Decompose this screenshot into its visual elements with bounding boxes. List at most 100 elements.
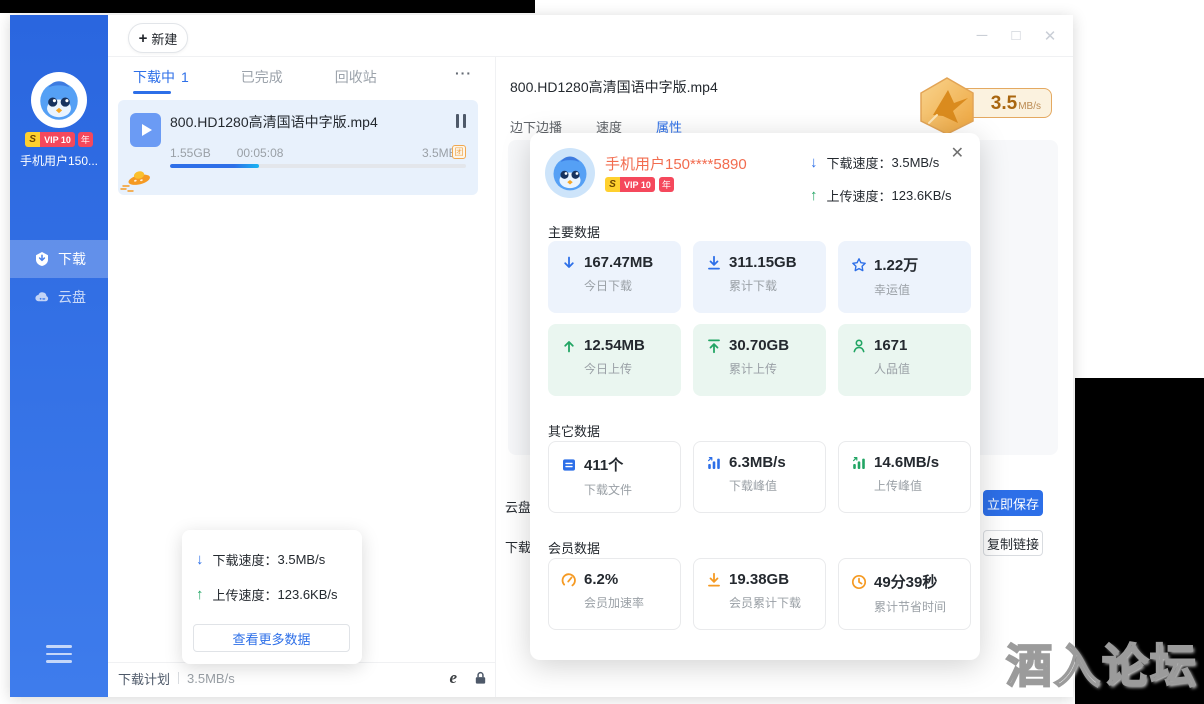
tab-downloading[interactable]: 下载中 1 [133, 67, 189, 94]
toolbar-divider [108, 56, 1073, 57]
hamburger-menu-icon[interactable] [46, 645, 72, 663]
bird-mascot-icon [40, 81, 78, 120]
panel-divider [495, 57, 496, 697]
svip-badge: S VIP 10 [25, 132, 75, 147]
main-stats-grid: 167.47MB 今日下载 311.15GB 累计下载 1.22万 幸运值 12… [548, 241, 972, 407]
stat-value: 49分39秒 [874, 574, 938, 591]
vip-badges[interactable]: S VIP 10 年 [10, 132, 108, 147]
speedup-rocket-icon[interactable] [120, 166, 156, 192]
maximize-button[interactable]: □ [1007, 27, 1025, 45]
download-speed-value: 3.5MB/s [277, 552, 326, 567]
upload-speed-label: 上传速度： [826, 189, 892, 204]
download-arrow-icon: ↓ [810, 154, 818, 171]
progress-fill [170, 164, 259, 168]
list-tabs: 下载中 1 已完成 回收站 [133, 67, 377, 94]
bird-mascot-icon [553, 156, 587, 191]
download-speed-value: 3.5MB/s [891, 155, 940, 170]
speed-summary-popup: ↓ 下载速度： 3.5MB/s ↑ 上传速度： 123.6KB/s 查看更多数据 [182, 530, 362, 664]
stat-value: 167.47MB [584, 254, 654, 271]
stat-value: 311.15GB [729, 254, 797, 271]
popup-close-icon[interactable]: ✕ [951, 143, 964, 163]
stat-label: 今日上传 [584, 362, 633, 376]
stat-label: 累计下载 [729, 279, 778, 293]
stat-label: 上传峰值 [874, 479, 923, 493]
avatar[interactable] [31, 72, 87, 128]
stat-value: 1.22万 [874, 257, 919, 274]
stat-card-today-download: 167.47MB 今日下载 [548, 241, 681, 313]
close-button[interactable]: ✕ [1041, 27, 1059, 45]
plus-icon: + [138, 29, 148, 47]
arrow-down-icon [564, 256, 574, 268]
person-icon [853, 338, 865, 352]
copy-link-button[interactable]: 复制链接 [983, 530, 1043, 556]
stat-card-files: 411个 下载文件 [548, 441, 681, 513]
stat-value: 1671 [874, 337, 908, 354]
stat-card-total-download: 311.15GB 累计下载 [693, 241, 826, 313]
upload-arrow-icon: ↑ [196, 586, 204, 603]
sidebar-menu: 下载 云盘 [10, 240, 108, 316]
stat-value: 12.54MB [584, 337, 645, 354]
play-thumbnail[interactable] [130, 113, 161, 147]
sidebar-item-download[interactable]: 下载 [10, 240, 108, 278]
download-file-name: 800.HD1280高清国语中字版.mp4 [170, 114, 378, 130]
app-window: S VIP 10 年 手机用户150... 下载 云盘 + 新建 ─ □ ✕ 下… [10, 15, 1073, 697]
screen: S VIP 10 年 手机用户150... 下载 云盘 + 新建 ─ □ ✕ 下… [0, 0, 1204, 704]
upload-arrow-icon: ↑ [810, 187, 818, 204]
play-icon [141, 124, 152, 136]
sidebar-username[interactable]: 手机用户150... [10, 152, 108, 169]
stat-value: 19.38GB [729, 571, 790, 588]
pause-button[interactable] [456, 114, 466, 128]
view-more-data-button[interactable]: 查看更多数据 [193, 624, 350, 652]
stat-label: 会员累计下载 [729, 596, 802, 610]
member-stats-grid: 6.2% 会员加速率 19.38GB 会员累计下载 49分39秒 累计节省时间 [548, 558, 972, 641]
download-speed-label: 下载速度： [212, 553, 278, 568]
stat-label: 今日下载 [584, 279, 633, 293]
tab-trash[interactable]: 回收站 [335, 67, 377, 87]
cloud-save-label: 云盘 [505, 500, 532, 515]
new-task-label: 新建 [151, 31, 178, 47]
minimize-button[interactable]: ─ [973, 27, 991, 45]
new-task-button[interactable]: + 新建 [128, 23, 188, 53]
save-now-button[interactable]: 立即保存 [983, 490, 1043, 516]
download-meta: 1.55GB 00:05:08 3.5MB/s [170, 146, 466, 160]
popup-username: 手机用户150****5890 [605, 156, 747, 173]
download-speed-label: 下载速度： [826, 156, 892, 171]
sidebar-item-label: 云盘 [58, 289, 86, 305]
popup-speeds: ↓ 下载速度： 3.5MB/s ↑ 上传速度： 123.6KB/s [810, 153, 952, 219]
stat-value: 30.70GB [729, 337, 790, 354]
group-badge: 团 [452, 145, 466, 159]
download-shield-icon [36, 252, 48, 266]
gauge-icon [561, 572, 576, 586]
vip-level-badge: VIP 10 [620, 177, 655, 192]
download-task-row[interactable]: 800.HD1280高清国语中字版.mp4 1.55GB 00:05:08 3.… [118, 100, 478, 195]
stat-label: 会员加速率 [584, 596, 645, 610]
stat-card-upload-peak: 14.6MB/s 上传峰值 [838, 441, 971, 513]
browser-ie-icon[interactable]: e [449, 668, 457, 688]
sidebar-item-cloud[interactable]: 云盘 [10, 278, 108, 316]
super-vip-icon: S [25, 132, 41, 147]
stat-label: 人品值 [874, 362, 911, 376]
stat-card-download-peak: 6.3MB/s 下载峰值 [693, 441, 826, 513]
stat-label: 累计上传 [729, 362, 778, 376]
tab-completed[interactable]: 已完成 [241, 67, 283, 87]
stat-label: 累计节省时间 [874, 600, 947, 614]
stat-label: 下载峰值 [729, 479, 778, 493]
statusbar-separator [178, 672, 180, 684]
stat-value: 14.6MB/s [874, 454, 940, 471]
section-title-main: 主要数据 [548, 225, 601, 240]
year-badge: 年 [658, 177, 674, 192]
lock-icon[interactable] [473, 670, 488, 686]
popup-avatar [545, 148, 595, 198]
sidebar: S VIP 10 年 手机用户150... 下载 云盘 [10, 15, 108, 697]
hummingbird-hex-icon[interactable] [915, 75, 979, 137]
upload-speed-value: 123.6KB/s [277, 587, 338, 602]
speed-badge-unit: MB/s [1018, 101, 1041, 112]
file-list-icon [563, 458, 575, 471]
more-options-icon[interactable]: ··· [455, 65, 472, 81]
svip-badge: S VIP 10 [605, 177, 655, 192]
popup-vip-badges: S VIP 10 年 [605, 177, 674, 192]
download-plan-label[interactable]: 下载计划 [118, 669, 170, 688]
chart-bars-blue-icon [708, 456, 720, 469]
stats-popup: ✕ 手机用户150****5890 S VIP 10 年 ↓ 下载速度： 3.5… [530, 133, 980, 660]
cloud-icon [35, 292, 49, 302]
